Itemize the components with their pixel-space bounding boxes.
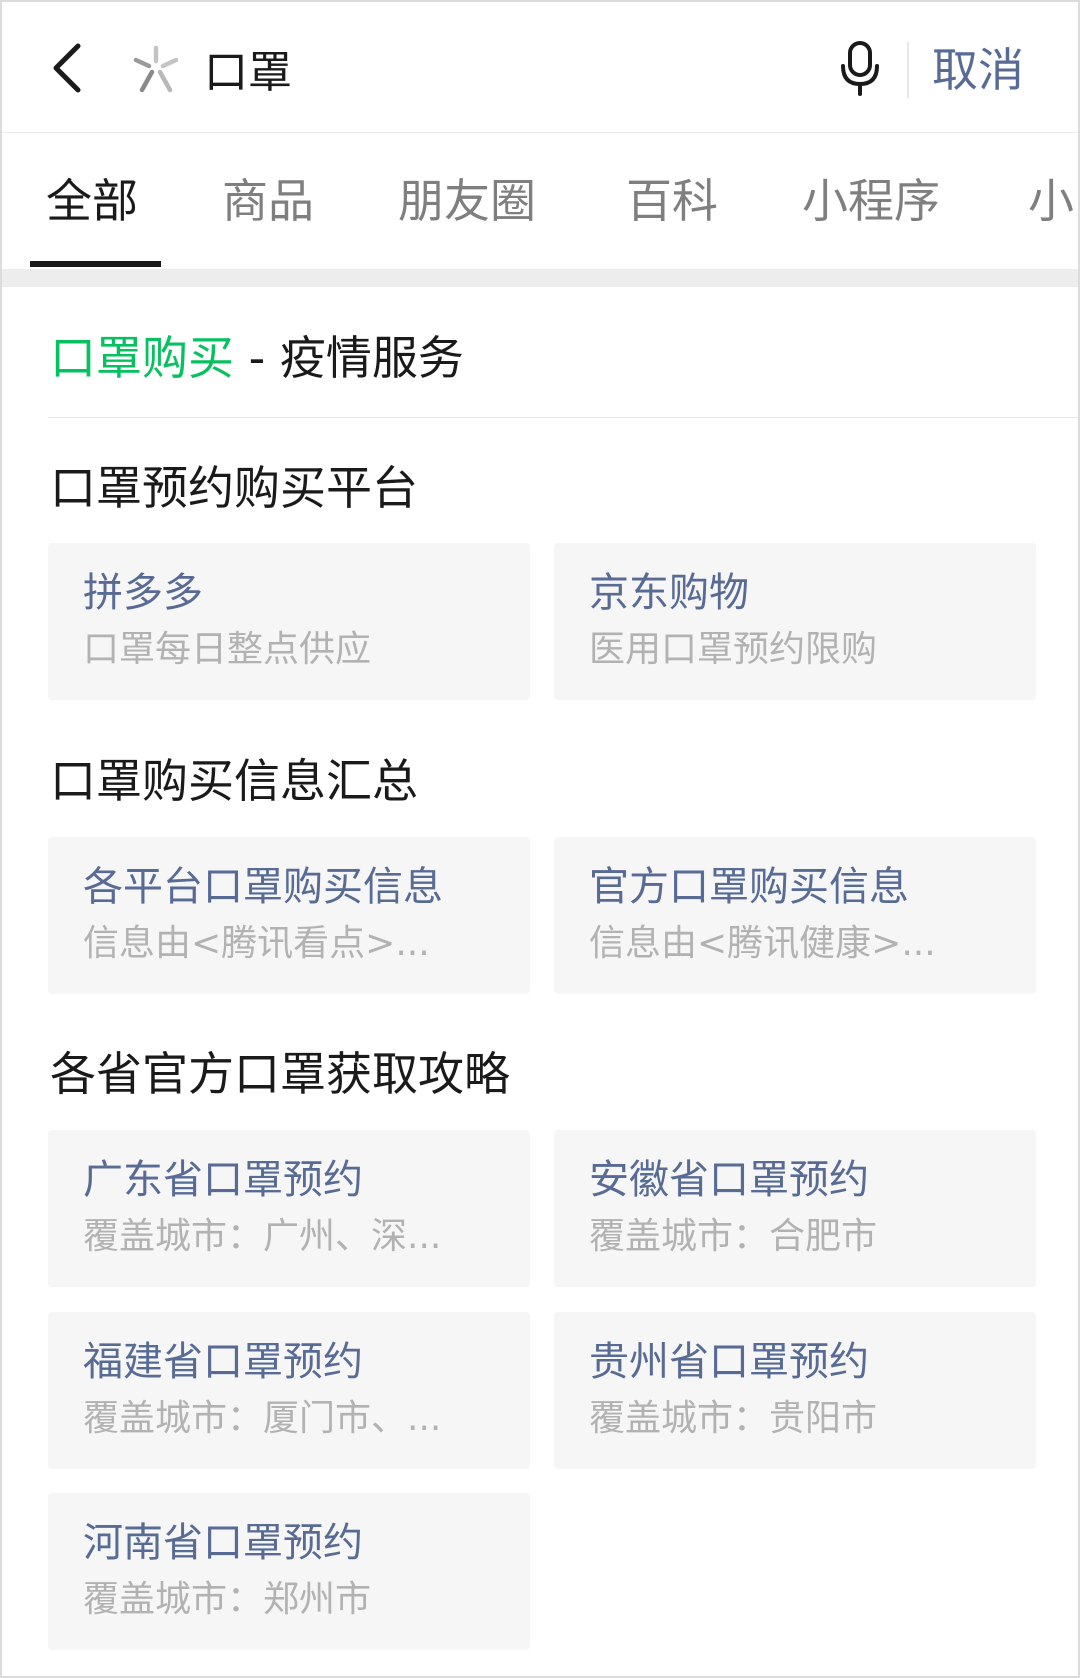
tab-encyclopedia[interactable]: 百科 bbox=[626, 169, 718, 233]
card-pinduoduo[interactable]: 拼多多 口罩每日整点供应 bbox=[48, 543, 530, 700]
microphone-icon bbox=[841, 41, 879, 96]
card-official-info[interactable]: 官方口罩购买信息 信息由<腾讯健康>... bbox=[554, 837, 1036, 994]
active-tab-indicator bbox=[30, 261, 161, 267]
card-title: 官方口罩购买信息 bbox=[589, 864, 909, 910]
card-subtitle: 覆盖城市：贵阳市 bbox=[589, 1398, 878, 1439]
cancel-button[interactable]: 取消 bbox=[932, 38, 1024, 102]
tab-all[interactable]: 全部 bbox=[46, 169, 138, 233]
card-fujian[interactable]: 福建省口罩预约 覆盖城市：厦门市、... bbox=[48, 1312, 530, 1469]
service-title-highlight: 口罩购买 bbox=[50, 331, 234, 385]
tab-moments[interactable]: 朋友圈 bbox=[398, 169, 536, 233]
group-title-info-summary: 口罩购买信息汇总 bbox=[50, 754, 418, 808]
screen: 取消 全部 商品 朋友圈 百科 小程序 小 口罩购买 - 疫情服务 口罩预约购买… bbox=[0, 0, 1080, 1678]
card-subtitle: 覆盖城市：广州、深... bbox=[83, 1216, 442, 1257]
category-tabs: 全部 商品 朋友圈 百科 小程序 小 bbox=[2, 133, 1078, 269]
group-title-province-guides: 各省官方口罩获取攻略 bbox=[50, 1047, 510, 1101]
card-subtitle: 信息由<腾讯健康>... bbox=[589, 923, 936, 964]
tab-products[interactable]: 商品 bbox=[222, 169, 314, 233]
tab-more[interactable]: 小 bbox=[1028, 169, 1074, 233]
card-title: 贵州省口罩预约 bbox=[589, 1339, 869, 1385]
search-bar: 取消 bbox=[2, 2, 1078, 133]
card-platform-info[interactable]: 各平台口罩购买信息 信息由<腾讯看点>... bbox=[48, 837, 530, 994]
card-guizhou[interactable]: 贵州省口罩预约 覆盖城市：贵阳市 bbox=[554, 1312, 1036, 1469]
card-title: 安徽省口罩预约 bbox=[589, 1157, 869, 1203]
card-subtitle: 覆盖城市：厦门市、... bbox=[83, 1398, 442, 1439]
section-separator bbox=[2, 269, 1078, 287]
card-title: 京东购物 bbox=[589, 570, 749, 616]
card-title: 福建省口罩预约 bbox=[83, 1339, 363, 1385]
chevron-left-icon bbox=[53, 43, 81, 93]
card-subtitle: 口罩每日整点供应 bbox=[83, 629, 372, 670]
divider bbox=[48, 417, 1078, 418]
voice-input-button[interactable] bbox=[838, 40, 882, 98]
card-subtitle: 覆盖城市：郑州市 bbox=[83, 1579, 372, 1620]
search-input[interactable] bbox=[204, 36, 804, 100]
card-anhui[interactable]: 安徽省口罩预约 覆盖城市：合肥市 bbox=[554, 1130, 1036, 1287]
service-title-separator: - bbox=[234, 331, 280, 385]
card-title: 河南省口罩预约 bbox=[83, 1520, 363, 1566]
card-subtitle: 覆盖城市：合肥市 bbox=[589, 1216, 878, 1257]
tab-mini-programs[interactable]: 小程序 bbox=[802, 169, 940, 233]
card-title: 广东省口罩预约 bbox=[83, 1157, 363, 1203]
card-guangdong[interactable]: 广东省口罩预约 覆盖城市：广州、深... bbox=[48, 1130, 530, 1287]
back-button[interactable] bbox=[38, 36, 98, 100]
card-jd[interactable]: 京东购物 医用口罩预约限购 bbox=[554, 543, 1036, 700]
service-title-suffix: 疫情服务 bbox=[279, 331, 464, 385]
divider bbox=[907, 42, 909, 98]
search-logo-icon bbox=[133, 45, 179, 93]
service-title[interactable]: 口罩购买 - 疫情服务 bbox=[50, 328, 464, 388]
card-henan[interactable]: 河南省口罩预约 覆盖城市：郑州市 bbox=[48, 1493, 530, 1650]
card-subtitle: 信息由<腾讯看点>... bbox=[83, 923, 430, 964]
card-subtitle: 医用口罩预约限购 bbox=[589, 629, 878, 670]
card-title: 拼多多 bbox=[83, 570, 203, 616]
card-title: 各平台口罩购买信息 bbox=[83, 864, 443, 910]
group-title-booking-platforms: 口罩预约购买平台 bbox=[50, 461, 418, 515]
